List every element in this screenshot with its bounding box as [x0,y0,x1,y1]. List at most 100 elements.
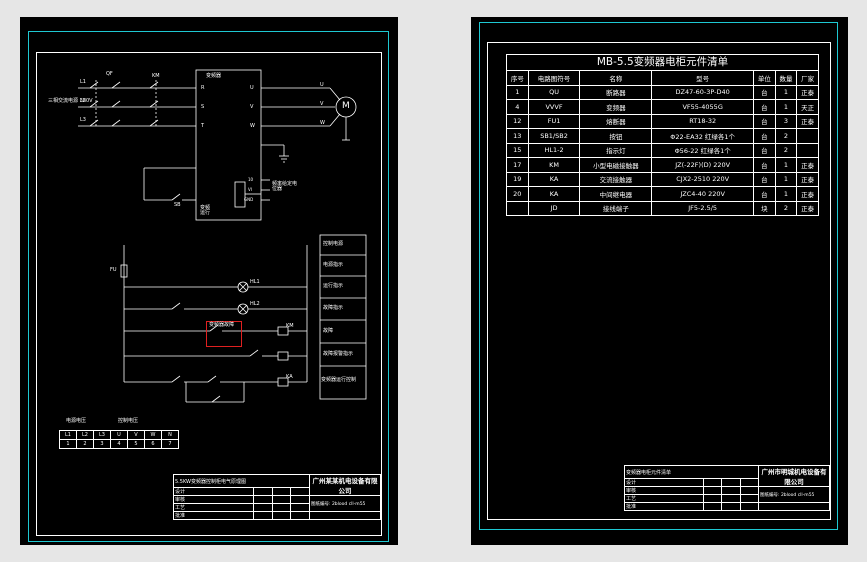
legend-1: 电源指示 [323,262,344,268]
bom-header-row: 序号 电路图符号 名称 型号 单位 数量 厂家 [506,70,819,86]
right-footer: 图纸编号: 2blood cll-m55 [758,486,830,503]
km-label: KM [152,73,160,79]
legend-6: 变频器运行控制 [321,377,357,383]
right-row-label: 审核 [623,486,705,495]
legend-0: 控制电源 [323,241,344,247]
vfd-terminal-s: S [201,104,205,110]
bom-header-cell: 厂家 [796,70,819,86]
motor-wire-w: W [320,120,325,126]
bom-row: 4 VVVF 变频器 VF55-4055G 台 1 天正 [506,99,819,115]
legend-3: 故障指示 [323,305,344,311]
bom-cell: 指示灯 [579,142,653,158]
bom-header-cell: 电路图符号 [527,70,581,86]
bom-cell: Φ56-22 红绿各1个 [651,142,755,158]
legend-2: 运行指示 [323,283,344,289]
left-drawing-title: 5.5KW变频器控制柜电气原理图 [173,474,310,488]
bom-cell: VVVF [527,99,581,115]
bom-header-cell: 序号 [506,70,529,86]
voltage-table-row: 1 2 3 4 5 6 7 [59,439,179,449]
vt-cell: 1 [59,439,77,449]
bom-cell: 正泰 [796,186,819,202]
vt-cell: 5 [127,439,145,449]
bom-cell: VF55-4055G [651,99,755,115]
bom-row: 17 KM 小型电磁接触器 JZ(-22F)(D) 220V 台 1 正泰 [506,157,819,173]
bom-cell: 小型电磁接触器 [579,157,653,173]
bom-cell: HL1-2 [527,142,581,158]
bom-cell: 台 [753,142,776,158]
vfd-label: 变频器 [206,73,222,79]
bom-cell: 变频器 [579,99,653,115]
bom-cell: 1 [774,171,798,187]
motor-symbol: M [342,101,350,111]
voltage-table-header-right: 控制电压 [118,418,139,424]
left-row-label: 设计 [172,487,255,496]
bom-cell: JZC4-40 220V [651,186,755,202]
bom-cell [796,142,819,158]
bom-cell: JZ(-22F)(D) 220V [651,157,755,173]
bom-cell: RT18-32 [651,113,755,129]
row-ka-label: KA [286,374,293,380]
bom-cell: 2 [774,128,798,144]
bom-cell [506,200,529,216]
bom-header-cell: 名称 [579,70,653,86]
bom-cell: 块 [753,200,776,216]
vt-cell: 2 [76,439,94,449]
vt-cell: 7 [161,439,179,449]
right-row-label: 批准 [623,502,705,511]
bom-cell: 正泰 [796,157,819,173]
right-title-block: 变频器电柜元件清单 广州市明城机电设备有限公司 设计 审核 图纸编号: 2blo… [623,465,830,511]
right-row-label: 工艺 [623,494,705,503]
left-row-label: 批准 [172,511,255,520]
vt-cell: L3 [93,430,111,440]
bom-cell: 12 [506,113,529,129]
right-row-label: 设计 [623,478,705,487]
stop-button-label: SB [174,202,181,208]
bom-cell: 交流接触器 [579,171,653,187]
bom-header-cell: 单位 [753,70,776,86]
bom-cell: 2 [774,142,798,158]
bom-cell: 断路器 [579,84,653,100]
bom-row: 12 FU1 熔断器 RT18-32 台 3 正泰 [506,113,819,129]
phase-label-l3: L3 [80,117,86,123]
bom-title: MB-5.5变频器电柜元件清单 [506,54,819,70]
right-drawing-title: 变频器电柜元件清单 [624,465,759,479]
bom-cell: QU [527,84,581,100]
bom-row: 13 SB1/SB2 按钮 Φ22-EA32 红绿各1个台 2 [506,128,819,144]
bom-cell: 正泰 [796,200,819,216]
run-label: 变频运行 [200,205,211,216]
row-hl1-label: HL1 [250,279,260,285]
left-row-label: 工艺 [172,503,255,512]
vfd-terminal-t: T [201,123,205,129]
bom-cell: 接线端子 [579,200,653,216]
vt-cell: V [127,430,145,440]
left-company: 广州某某机电设备有限公司 [309,474,381,496]
bom-cell: 台 [753,113,776,129]
bom-cell: Φ22-EA32 红绿各1个 [651,128,755,144]
bom-cell: 正泰 [796,113,819,129]
bom-cell: 熔断器 [579,113,653,129]
bom-row: 19 KA 交流接触器 CJX2-2510 220V 台 1 正泰 [506,171,819,187]
legend-5: 故障报警指示 [323,351,354,357]
bom-cell: KA [527,171,581,187]
left-title-block: 5.5KW变频器控制柜电气原理图 广州某某机电设备有限公司 设计 审核 图纸编号… [172,474,381,520]
bom-header-cell: 型号 [651,70,755,86]
bom-cell: 13 [506,128,529,144]
bom-cell: 台 [753,157,776,173]
vfd-terminal-gnd: GND [244,197,254,202]
vt-cell: 6 [144,439,162,449]
bom-cell: 按钮 [579,128,653,144]
bom-cell: SB1/SB2 [527,128,581,144]
row-hl2-label: HL2 [250,301,260,307]
bom-row: 1 QU 断路器 DZ47-60-3P-D40 台 1 正泰 [506,84,819,100]
cad-viewport[interactable]: 三相交流电源 380V L1 L2 L3 QF KM 变频器 R S T U V… [0,0,867,562]
bom-header-cell: 数量 [774,70,798,86]
qf-label: QF [106,71,113,77]
vfd-terminal-v: V [250,104,254,110]
vt-cell: 3 [93,439,111,449]
legend-4: 故障 [323,328,334,334]
bom-cell: 1 [774,84,798,100]
bom-cell: 中间继电器 [579,186,653,202]
voltage-table-header-left: 电源电压 [66,418,87,424]
vt-cell: L2 [76,430,94,440]
bom-cell: JF5-2.5/5 [651,200,755,216]
